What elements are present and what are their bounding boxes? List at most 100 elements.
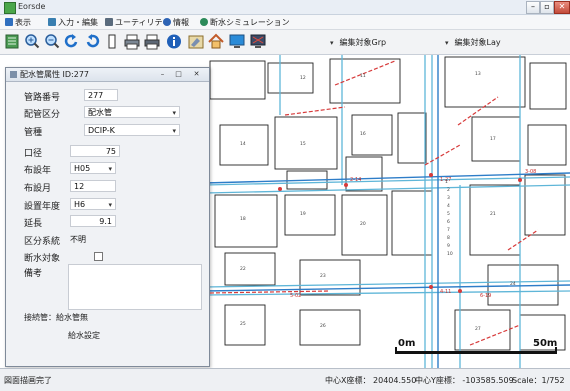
map-edit-icon[interactable] bbox=[188, 33, 204, 50]
svg-text:27: 27 bbox=[475, 326, 481, 332]
dialog-title-bar: 配水管属性 ID:277 – □ ✕ bbox=[6, 68, 209, 82]
home-icon[interactable] bbox=[208, 33, 224, 50]
utility-icon bbox=[105, 18, 113, 26]
page-icon[interactable] bbox=[104, 33, 120, 50]
title-bar: Eorsde – ▫ ✕ bbox=[0, 0, 570, 15]
minimize-button[interactable]: – bbox=[526, 1, 540, 14]
menu-bar: 表示 入力・編集 ユーティリティ 情報 断水シミュレーション bbox=[0, 15, 570, 30]
field-label: 延長 bbox=[24, 219, 43, 229]
svg-text:2: 2 bbox=[447, 187, 450, 193]
pipe-type-select[interactable]: DCIP-K ▾ bbox=[84, 124, 180, 136]
map-layers-icon[interactable] bbox=[4, 33, 20, 50]
status-center-x: 中心X座標： 20404.550 bbox=[325, 376, 417, 385]
svg-text:9: 9 bbox=[447, 243, 450, 249]
menu-edit-label: 入力・編集 bbox=[58, 18, 98, 27]
simulation-icon bbox=[200, 18, 208, 26]
chevron-down-icon: ▾ bbox=[172, 127, 176, 135]
svg-text:5: 5 bbox=[447, 211, 450, 217]
group-selector[interactable]: ▾ 編集対象Grp bbox=[330, 37, 386, 48]
toolbar: ▾ 編集対象Grp ▾ 編集対象Lay bbox=[0, 30, 570, 55]
svg-text:24: 24 bbox=[510, 281, 516, 287]
edit-icon bbox=[48, 18, 56, 26]
diameter-input[interactable]: 75 bbox=[70, 145, 120, 157]
chevron-down-icon: ▾ bbox=[330, 39, 334, 47]
zoom-in-icon[interactable] bbox=[24, 33, 40, 50]
info-icon bbox=[163, 18, 171, 26]
group-selector-label: 編集対象Grp bbox=[339, 38, 387, 47]
svg-text:19: 19 bbox=[300, 211, 306, 217]
svg-text:12: 12 bbox=[300, 75, 306, 81]
field-fiscal-year: 設置年度 H6 ▾ bbox=[6, 197, 209, 213]
chevron-down-icon: ▾ bbox=[108, 201, 112, 209]
svg-text:22: 22 bbox=[240, 266, 246, 272]
close-button[interactable]: ✕ bbox=[554, 1, 570, 14]
window-title: Eorsde bbox=[18, 2, 46, 11]
svg-text:10: 10 bbox=[447, 251, 453, 257]
svg-text:3: 3 bbox=[447, 195, 450, 201]
rotate-left-icon[interactable] bbox=[64, 33, 80, 50]
dialog-icon bbox=[10, 71, 17, 78]
chevron-down-icon: ▾ bbox=[445, 39, 449, 47]
view-icon bbox=[5, 18, 13, 26]
field-label: 配管区分 bbox=[24, 110, 61, 120]
field-pipe-type: 管種 DCIP-K ▾ bbox=[6, 123, 209, 139]
screen-capture-icon[interactable] bbox=[250, 33, 266, 50]
menu-view[interactable]: 表示 bbox=[5, 17, 31, 28]
maximize-button[interactable]: ▫ bbox=[540, 1, 554, 14]
zoom-out-icon[interactable] bbox=[44, 33, 60, 50]
monitor-icon[interactable] bbox=[229, 33, 245, 50]
menu-utility-label: ユーティリティ bbox=[115, 18, 171, 27]
dialog-restore-button[interactable]: □ bbox=[174, 70, 183, 78]
outage-target-checkbox[interactable] bbox=[94, 252, 103, 261]
svg-text:21: 21 bbox=[490, 211, 496, 217]
field-label: 設置年度 bbox=[24, 202, 61, 212]
svg-text:16: 16 bbox=[360, 131, 366, 137]
menu-info[interactable]: 情報 bbox=[163, 17, 189, 28]
pipe-category-select[interactable]: 配水管 ▾ bbox=[84, 106, 180, 118]
layer-selector-label: 編集対象Lay bbox=[454, 38, 501, 47]
install-year-select[interactable]: H05 ▾ bbox=[70, 162, 116, 174]
status-bar: 図面描画完了 中心X座標： 20404.550 中心Y座標： -103585.5… bbox=[0, 368, 570, 391]
fiscal-year-select[interactable]: H6 ▾ bbox=[70, 198, 116, 210]
svg-text:13: 13 bbox=[475, 71, 481, 77]
field-label: 管路番号 bbox=[24, 93, 61, 103]
field-install-month: 布設月 12 bbox=[6, 179, 209, 195]
status-message: 図面描画完了 bbox=[4, 376, 52, 385]
field-label: 備考 bbox=[24, 269, 43, 279]
field-length: 延長 9.1 bbox=[6, 214, 209, 230]
pipe-number-input[interactable]: 277 bbox=[84, 89, 118, 101]
layer-selector[interactable]: ▾ 編集対象Lay bbox=[445, 37, 501, 48]
chevron-down-icon: ▾ bbox=[108, 165, 112, 173]
svg-text:17: 17 bbox=[490, 136, 496, 142]
dialog-title: 配水管属性 ID:277 bbox=[20, 70, 90, 79]
field-install-year: 布設年 H05 ▾ bbox=[6, 161, 209, 177]
connection-label: 接続管：給水管無 bbox=[24, 313, 88, 322]
svg-text:11: 11 bbox=[360, 73, 366, 79]
svg-text:18: 18 bbox=[240, 216, 246, 222]
menu-simulation[interactable]: 断水シミュレーション bbox=[200, 17, 290, 28]
print-preview-icon[interactable] bbox=[124, 33, 140, 50]
field-label: 断水対象 bbox=[24, 254, 61, 264]
supply-setting-button[interactable]: 給水設定 bbox=[68, 330, 100, 341]
svg-text:7: 7 bbox=[447, 227, 450, 233]
chevron-down-icon: ▾ bbox=[172, 109, 176, 117]
menu-edit[interactable]: 入力・編集 bbox=[48, 17, 98, 28]
svg-text:6: 6 bbox=[447, 219, 450, 225]
pipe-attribute-dialog: 配水管属性 ID:277 – □ ✕ 管路番号 277 配管区分 配水管 ▾ 管種… bbox=[5, 67, 210, 367]
scale-end-label: 50m bbox=[533, 338, 558, 349]
svg-text:20: 20 bbox=[360, 221, 366, 227]
status-center-y: 中心Y座標： -103585.509 bbox=[415, 376, 514, 385]
field-label: 布設年 bbox=[24, 166, 52, 176]
refresh-icon[interactable] bbox=[84, 33, 100, 50]
length-input[interactable]: 9.1 bbox=[70, 215, 116, 227]
svg-text:3-08: 3-08 bbox=[525, 169, 536, 175]
install-month-input[interactable]: 12 bbox=[70, 180, 116, 192]
menu-utility[interactable]: ユーティリティ bbox=[105, 17, 170, 28]
dialog-minimize-button[interactable]: – bbox=[158, 70, 167, 78]
print-icon[interactable] bbox=[144, 33, 160, 50]
info-icon[interactable] bbox=[166, 33, 182, 50]
svg-text:26: 26 bbox=[320, 323, 326, 329]
field-pipe-category: 配管区分 配水管 ▾ bbox=[6, 105, 209, 121]
remarks-textarea[interactable] bbox=[68, 264, 202, 310]
dialog-close-button[interactable]: ✕ bbox=[192, 70, 201, 78]
